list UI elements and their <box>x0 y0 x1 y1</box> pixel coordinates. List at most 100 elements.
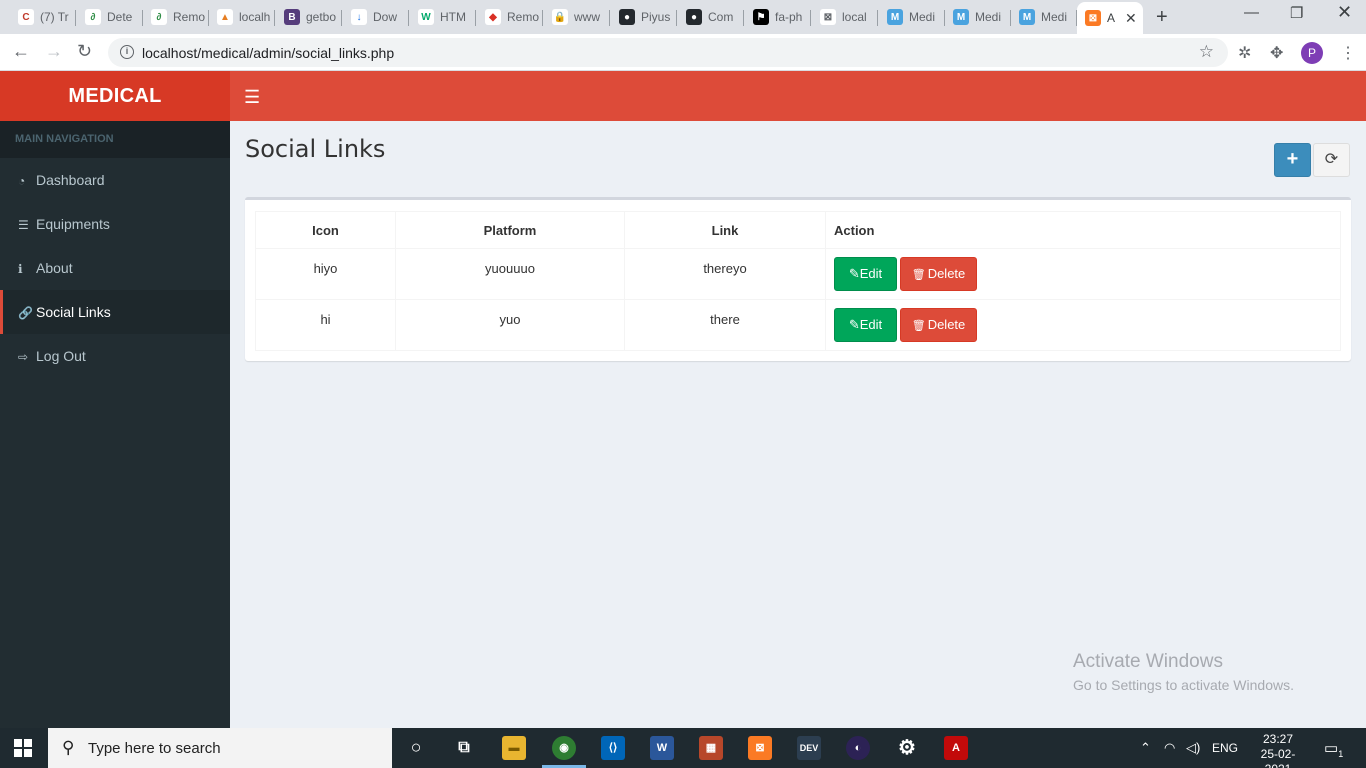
browser-tab[interactable]: M Medi <box>945 4 1011 30</box>
chrome-icon[interactable]: ◉ <box>542 736 586 768</box>
devcpp-icon[interactable]: DEV <box>797 736 821 760</box>
refresh-button[interactable]: ⟳ <box>1313 143 1350 177</box>
back-arrow-icon[interactable]: ← <box>12 41 30 62</box>
browser-tab[interactable]: C (7) Tr <box>10 4 76 30</box>
browser-tab[interactable]: ⚑ fa-ph <box>745 4 811 30</box>
cell-icon: hi <box>255 299 396 351</box>
browser-tab[interactable]: ⊠ local <box>812 4 878 30</box>
sidebar-item-dashboard[interactable]: ◔ Dashboard <box>0 158 230 202</box>
tab-title: Dete <box>107 10 133 24</box>
browser-tab[interactable]: Bgetbo <box>276 4 342 30</box>
app-logo[interactable]: MEDICAL <box>0 71 230 121</box>
delete-button[interactable]: 🗑 Delete <box>900 308 977 342</box>
main-content: Social Links + ⟳ Icon Platform Link Acti… <box>230 121 1366 728</box>
table-row: hiyo yuouuuo thereyo ✎Edit 🗑 Delete <box>255 248 1341 300</box>
tachometer-icon: ◔ <box>18 174 26 188</box>
site-info-icon[interactable]: i <box>120 45 134 59</box>
browser-tab[interactable]: 🔒 www <box>544 4 610 30</box>
eclipse-icon[interactable]: ◐ <box>846 736 870 760</box>
reload-icon[interactable]: ↻ <box>77 41 92 62</box>
edit-button[interactable]: ✎Edit <box>834 257 897 291</box>
browser-toolbar: ← → ↻ i localhost/medical/admin/social_l… <box>0 34 1366 71</box>
cortana-circle-icon[interactable]: ○ <box>404 736 428 760</box>
tray-chevron-up-icon[interactable]: ⌃ <box>1140 740 1151 756</box>
windows-taskbar: ⚲ Type here to search ○ ⧉ ▬ ◉ ⟨⟩ W ▦ ⊠ D… <box>0 728 1366 768</box>
tab-separator <box>743 10 744 26</box>
tab-title: (7) Tr <box>40 10 69 24</box>
sidebar-item-label: Equipments <box>36 216 110 232</box>
task-view-icon[interactable]: ⧉ <box>452 736 476 760</box>
tab-title: A <box>1107 11 1116 25</box>
tab-title: localh <box>239 10 271 24</box>
hamburger-menu-icon[interactable]: ☰ <box>244 87 260 108</box>
puzzle-extensions-icon[interactable]: ✥ <box>1270 43 1283 63</box>
browser-tab-strip: + — ❐ ✕ C (7) Tr ∂ Dete ∂ Remo ▲ localh Bgetbo ↓ D… <box>0 0 1366 34</box>
watermark-title: Activate Windows <box>1073 651 1223 672</box>
edit-button[interactable]: ✎Edit <box>834 308 897 342</box>
close-window-button[interactable]: ✕ <box>1337 2 1352 23</box>
tab-title: fa-ph <box>775 10 803 24</box>
edit-pencil-icon: ✎ <box>848 266 860 281</box>
notification-center-icon[interactable]: ▭1 <box>1324 739 1343 759</box>
taskbar-clock[interactable]: 23:27 25-02-2021 <box>1251 732 1305 768</box>
tab-title: HTM <box>440 10 466 24</box>
language-indicator[interactable]: ENG <box>1212 741 1238 755</box>
wifi-icon[interactable]: ◠ <box>1164 740 1175 756</box>
taskbar-search-placeholder: Type here to search <box>88 740 221 757</box>
acrobat-icon[interactable]: A <box>944 736 968 760</box>
browser-tab[interactable]: ↓ Dow <box>343 4 409 30</box>
sidebar-item-about[interactable]: ℹ About <box>0 246 230 290</box>
minimize-button[interactable]: — <box>1244 4 1259 21</box>
xampp-favicon-icon: ⊠ <box>1085 10 1101 26</box>
browser-tab[interactable]: ● Com <box>678 4 744 30</box>
tab-favicon-icon: ▲ <box>217 9 233 25</box>
kebab-menu-icon[interactable]: ⋮ <box>1340 43 1356 63</box>
tab-title: Medi <box>909 10 936 24</box>
url-text[interactable]: localhost/medical/admin/social_links.php <box>142 45 394 61</box>
browser-tab[interactable]: M Medi <box>879 4 945 30</box>
browser-tab[interactable]: ∂ Dete <box>77 4 143 30</box>
file-explorer-icon[interactable]: ▬ <box>502 736 526 760</box>
tab-separator <box>810 10 811 26</box>
tab-separator <box>877 10 878 26</box>
top-navbar: ☰ <box>230 71 1366 121</box>
word-icon[interactable]: W <box>650 736 674 760</box>
delete-button-label: Delete <box>927 266 966 281</box>
social-links-table: Icon Platform Link Action hiyo yuouuuo the… <box>255 211 1341 351</box>
delete-button[interactable]: 🗑 Delete <box>900 257 977 291</box>
browser-tab[interactable]: ∂ Remo <box>143 4 209 30</box>
address-bar[interactable]: i localhost/medical/admin/social_links.p… <box>108 38 1228 67</box>
tab-favicon-icon: ∂ <box>85 9 101 25</box>
office-apps-icon[interactable]: ▦ <box>699 736 723 760</box>
vscode-icon[interactable]: ⟨⟩ <box>601 736 625 760</box>
profile-avatar[interactable]: P <box>1301 42 1323 64</box>
settings-gear-icon[interactable]: ⚙ <box>895 736 919 760</box>
browser-tab[interactable]: ◆ Remo <box>477 4 543 30</box>
taskbar-search-box[interactable]: ⚲ Type here to search <box>48 728 392 768</box>
sidebar-item-equipments[interactable]: ☰ Equipments <box>0 202 230 246</box>
volume-icon[interactable]: ◁) <box>1186 740 1200 756</box>
tab-close-icon[interactable]: ✕ <box>1125 10 1137 27</box>
tab-favicon-icon: C <box>18 9 34 25</box>
windows-start-icon[interactable] <box>14 739 32 757</box>
add-link-button[interactable]: + <box>1274 143 1311 177</box>
sidebar-item-log-out[interactable]: ⇨ Log Out <box>0 334 230 378</box>
sidebar-item-social-links[interactable]: 🔗 Social Links <box>0 290 230 334</box>
tab-separator <box>542 10 543 26</box>
browser-tab[interactable]: ▲ localh <box>209 4 275 30</box>
bookmark-star-icon[interactable]: ☆ <box>1199 42 1214 62</box>
restore-button[interactable]: ❐ <box>1290 4 1303 22</box>
activation-watermark: Activate Windows Go to Settings to activ… <box>1073 651 1294 693</box>
browser-tab[interactable]: M Medi <box>1011 4 1077 30</box>
tab-title: Medi <box>1041 10 1068 24</box>
tab-title: local <box>842 10 867 24</box>
column-header-action: Action <box>825 211 1341 249</box>
new-tab-button[interactable]: + <box>1156 6 1168 29</box>
browser-tab[interactable]: W HTM <box>410 4 476 30</box>
browser-tab-active[interactable]: ⊠ A ✕ <box>1077 2 1143 34</box>
forward-arrow-icon[interactable]: → <box>45 41 63 62</box>
tab-favicon-icon: ∂ <box>151 9 167 25</box>
xampp-icon[interactable]: ⊠ <box>748 736 772 760</box>
bug-extension-icon[interactable]: ✲ <box>1238 43 1251 63</box>
browser-tab[interactable]: ● Piyus <box>611 4 677 30</box>
